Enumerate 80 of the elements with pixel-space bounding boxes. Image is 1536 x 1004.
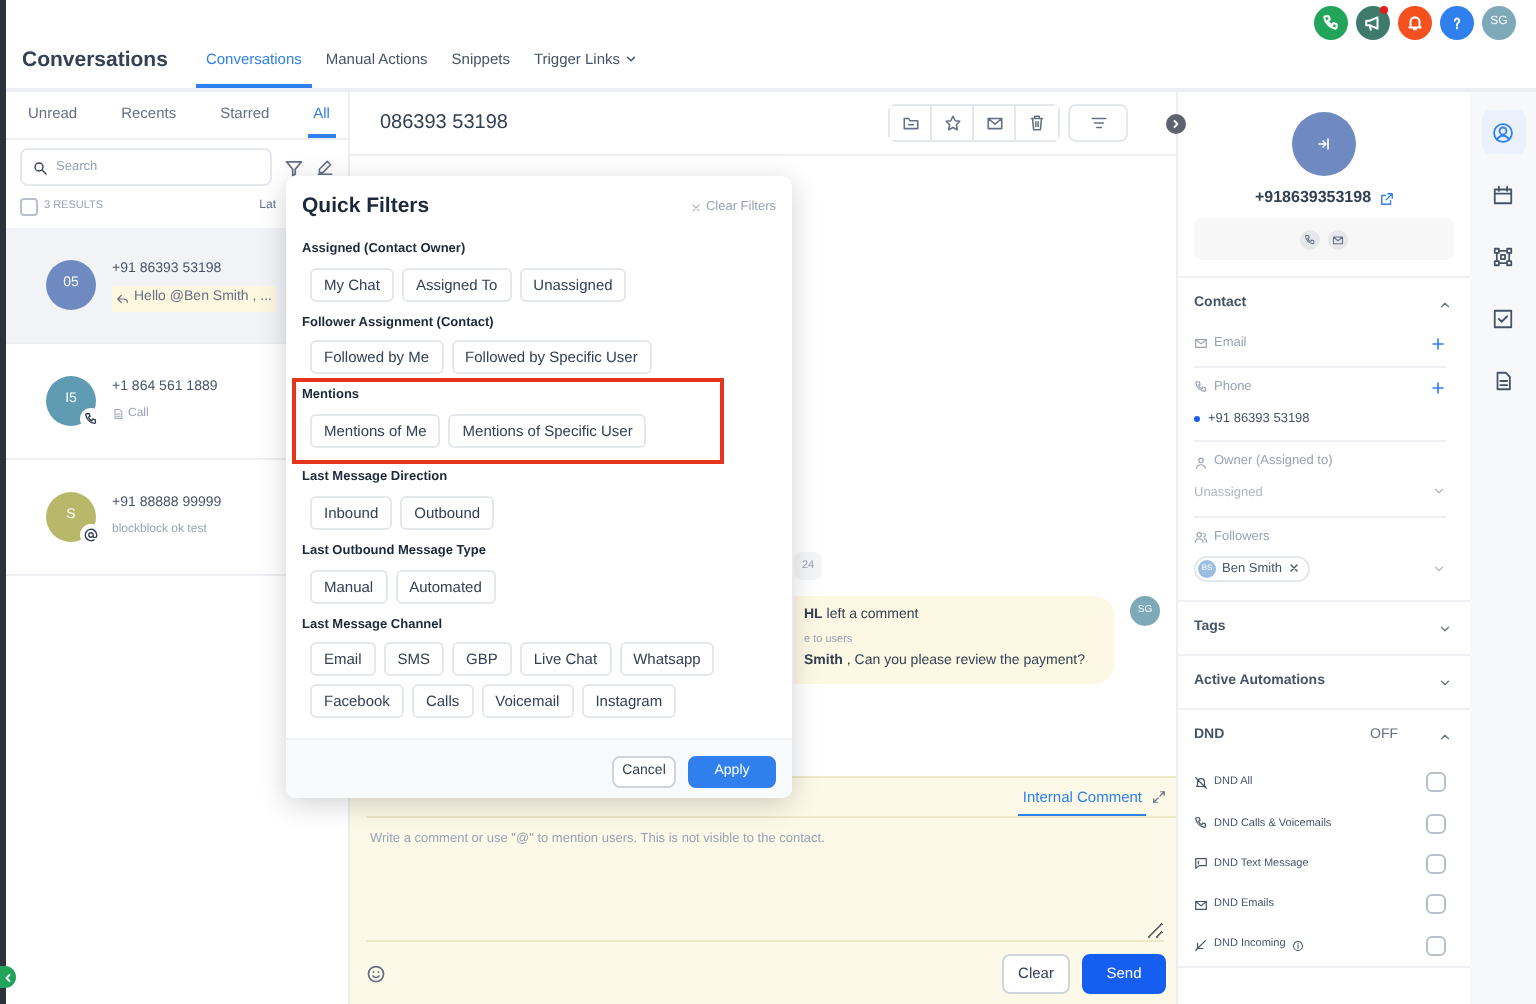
select-all-checkbox[interactable] — [20, 198, 38, 216]
sign-in-icon — [1316, 136, 1332, 152]
popover-title: Quick Filters — [302, 192, 430, 222]
notification-dot — [1380, 6, 1388, 14]
note-icon — [112, 408, 124, 421]
help-icon — [1448, 14, 1466, 32]
section-toggle[interactable] — [1438, 675, 1452, 690]
add-button[interactable] — [1430, 379, 1446, 396]
chevron-down-icon — [1438, 675, 1452, 690]
mail-icon — [985, 114, 1003, 132]
section-toggle[interactable] — [1438, 297, 1452, 311]
dnd-checkbox[interactable] — [1426, 813, 1446, 834]
plus-icon — [1430, 379, 1446, 396]
dnd-checkbox[interactable] — [1426, 935, 1446, 956]
conversation-title: 086393 53198 — [380, 110, 508, 138]
edit-icon — [316, 158, 334, 176]
phone-button[interactable] — [1314, 6, 1348, 40]
document-icon — [1492, 369, 1514, 391]
users-icon — [1194, 530, 1208, 545]
star-icon — [943, 114, 961, 132]
expand-button[interactable] — [1152, 790, 1166, 804]
chevron-down-icon — [1432, 484, 1446, 498]
dnd-checkbox[interactable] — [1426, 853, 1446, 874]
bell-off-icon — [1194, 775, 1208, 790]
dnd-checkbox[interactable] — [1426, 772, 1446, 793]
compose-button[interactable] — [316, 158, 334, 176]
mail-icon — [1194, 897, 1208, 912]
filter-icon — [1089, 114, 1107, 132]
section-toggle[interactable] — [1438, 621, 1452, 636]
mail-icon — [1194, 336, 1208, 351]
email-button[interactable] — [1328, 229, 1348, 249]
folder-button[interactable] — [890, 106, 932, 140]
filter-icon — [284, 157, 304, 177]
call-button[interactable] — [1300, 229, 1320, 249]
primary-dot — [1194, 415, 1200, 422]
chevron-up-icon — [1438, 729, 1452, 744]
close-icon — [689, 201, 702, 214]
dnd-checkbox[interactable] — [1426, 894, 1446, 915]
trash-icon — [1028, 114, 1046, 132]
emoji-button[interactable] — [366, 964, 386, 984]
phone-icon — [1194, 816, 1208, 831]
incoming-icon — [1194, 938, 1208, 953]
plus-icon — [1430, 335, 1446, 352]
calendar-icon — [1492, 183, 1514, 205]
contact-tab[interactable] — [1481, 110, 1525, 154]
close-icon — [1288, 562, 1300, 575]
phone-icon — [1194, 380, 1208, 395]
chevron-left-icon — [2, 971, 14, 983]
folder-icon — [901, 114, 919, 132]
megaphone-button[interactable] — [1356, 6, 1390, 40]
page-title: Conversations — [20, 46, 170, 77]
help-button[interactable] — [1440, 6, 1474, 40]
expand-icon — [1152, 790, 1166, 804]
mail-icon — [1332, 233, 1344, 245]
collapse-button[interactable] — [1166, 114, 1186, 134]
megaphone-icon — [1364, 14, 1382, 32]
phone-icon — [1322, 14, 1340, 32]
phone-icon — [1304, 233, 1316, 245]
reply-icon — [116, 291, 130, 306]
expand-sidebar-button[interactable] — [0, 966, 16, 988]
chevron-up-icon — [1438, 297, 1452, 311]
emoji-icon — [366, 964, 386, 984]
filter-button[interactable] — [284, 157, 304, 177]
external-link-icon[interactable] — [1379, 191, 1394, 205]
notification-icon — [1406, 14, 1424, 32]
phone-icon — [84, 412, 98, 426]
contact-icon — [1492, 121, 1514, 143]
search-icon — [32, 159, 48, 175]
notification-button[interactable] — [1398, 6, 1432, 40]
task-icon — [1492, 307, 1514, 329]
add-button[interactable] — [1430, 335, 1446, 352]
at-icon — [84, 528, 98, 542]
message-icon — [1194, 856, 1208, 871]
user-icon — [1194, 455, 1208, 470]
section-toggle[interactable] — [1438, 729, 1452, 744]
contact-phone: +918639353198 — [1254, 186, 1372, 210]
network-icon — [1492, 245, 1514, 267]
chevron-right-icon — [1170, 118, 1182, 130]
chevron-down-icon — [1438, 621, 1452, 636]
chevron-down-icon — [1432, 561, 1446, 576]
